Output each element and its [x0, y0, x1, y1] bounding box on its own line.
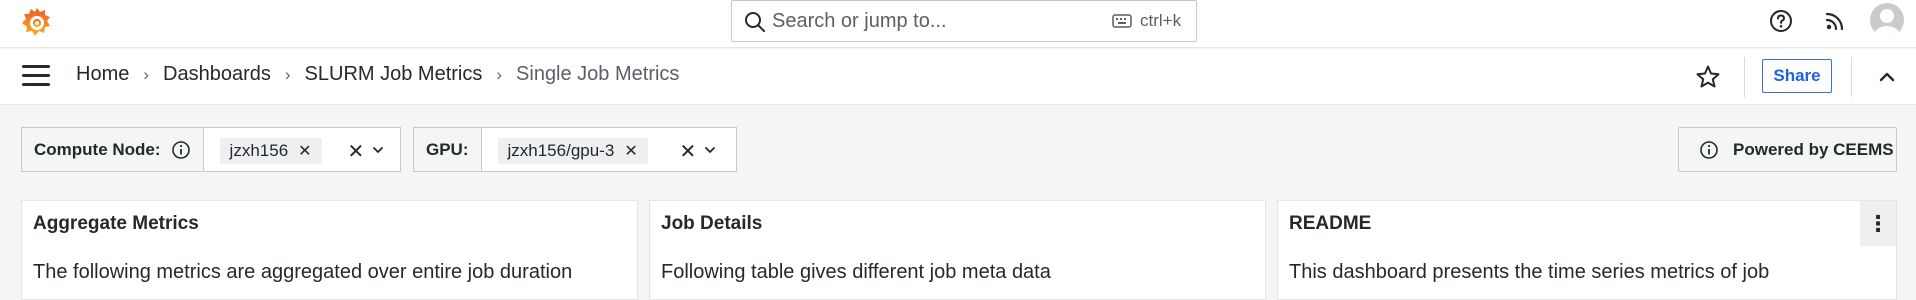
search-icon: [745, 12, 765, 32]
search-shortcut: ctrl+k: [1140, 11, 1182, 30]
variable-label-text: Compute Node:: [34, 139, 161, 159]
news-rss-icon[interactable]: [1822, 8, 1848, 34]
top-bar: Search or jump to... ctrl+k: [0, 0, 1916, 48]
search-bar[interactable]: Search or jump to... ctrl+k: [731, 0, 1197, 42]
breadcrumb-separator: ›: [143, 64, 150, 84]
variable-label-text: GPU:: [426, 139, 469, 159]
info-icon: [1700, 140, 1718, 159]
remove-chip-icon[interactable]: ✕: [624, 141, 637, 161]
grafana-logo-icon[interactable]: [20, 6, 54, 40]
keyboard-icon: [1112, 14, 1132, 28]
chip-label: jzxh156: [229, 141, 289, 160]
user-avatar[interactable]: [1870, 3, 1904, 37]
panel-text: Following table gives different job meta…: [661, 261, 1051, 283]
clear-icon[interactable]: ✕: [348, 139, 365, 164]
breadcrumb-separator: ›: [496, 64, 503, 84]
panel-readme: README This dashboard presents the time …: [1277, 200, 1897, 300]
variable-label: GPU:: [413, 127, 482, 172]
menu-icon[interactable]: [22, 65, 50, 89]
panel-title[interactable]: Job Details: [661, 213, 762, 235]
divider: [1851, 57, 1852, 97]
chip-label: jzxh156/gpu-3: [507, 141, 615, 160]
chevron-down-icon[interactable]: [703, 143, 717, 157]
divider: [1744, 57, 1745, 97]
star-icon[interactable]: [1695, 64, 1721, 90]
panel-title[interactable]: Aggregate Metrics: [33, 213, 199, 235]
panel-text: The following metrics are aggregated ove…: [33, 261, 573, 283]
powered-by-button[interactable]: Powered by CEEMS: [1678, 127, 1897, 172]
chevron-up-icon[interactable]: [1874, 64, 1900, 90]
variable-select[interactable]: jzxh156/gpu-3 ✕ ✕: [481, 127, 737, 172]
breadcrumb-separator: ›: [284, 64, 291, 84]
panel-menu-icon[interactable]: ⋮: [1860, 201, 1896, 246]
share-button[interactable]: Share: [1762, 59, 1832, 93]
variable-gpu: GPU: jzxh156/gpu-3 ✕ ✕: [413, 127, 737, 172]
breadcrumb-folder[interactable]: SLURM Job Metrics: [305, 63, 483, 86]
breadcrumb: Home › Dashboards › SLURM Job Metrics › …: [76, 63, 679, 86]
variable-select[interactable]: jzxh156 ✕ ✕: [203, 127, 401, 172]
selected-value-chip: jzxh156 ✕: [219, 138, 322, 164]
panel-text: This dashboard presents the time series …: [1289, 261, 1770, 283]
nav-bar: Home › Dashboards › SLURM Job Metrics › …: [0, 49, 1916, 105]
panel-title[interactable]: README: [1289, 213, 1371, 235]
help-icon[interactable]: [1768, 8, 1794, 34]
breadcrumb-dashboards[interactable]: Dashboards: [163, 63, 271, 86]
chevron-down-icon[interactable]: [371, 143, 385, 157]
panel-aggregate-metrics: Aggregate Metrics The following metrics …: [21, 200, 638, 300]
info-icon[interactable]: [171, 140, 191, 160]
search-placeholder: Search or jump to...: [772, 10, 947, 32]
breadcrumb-current: Single Job Metrics: [516, 63, 680, 85]
clear-icon[interactable]: ✕: [680, 139, 697, 164]
powered-by-label: Powered by CEEMS: [1733, 139, 1894, 159]
panel-job-details: Job Details Following table gives differ…: [649, 200, 1266, 300]
variable-label: Compute Node:: [21, 127, 204, 172]
variable-compute-node: Compute Node: jzxh156 ✕ ✕: [21, 127, 401, 172]
avatar-icon: [1874, 9, 1900, 37]
remove-chip-icon[interactable]: ✕: [298, 141, 311, 161]
selected-value-chip: jzxh156/gpu-3 ✕: [497, 138, 648, 164]
breadcrumb-home[interactable]: Home: [76, 63, 129, 86]
